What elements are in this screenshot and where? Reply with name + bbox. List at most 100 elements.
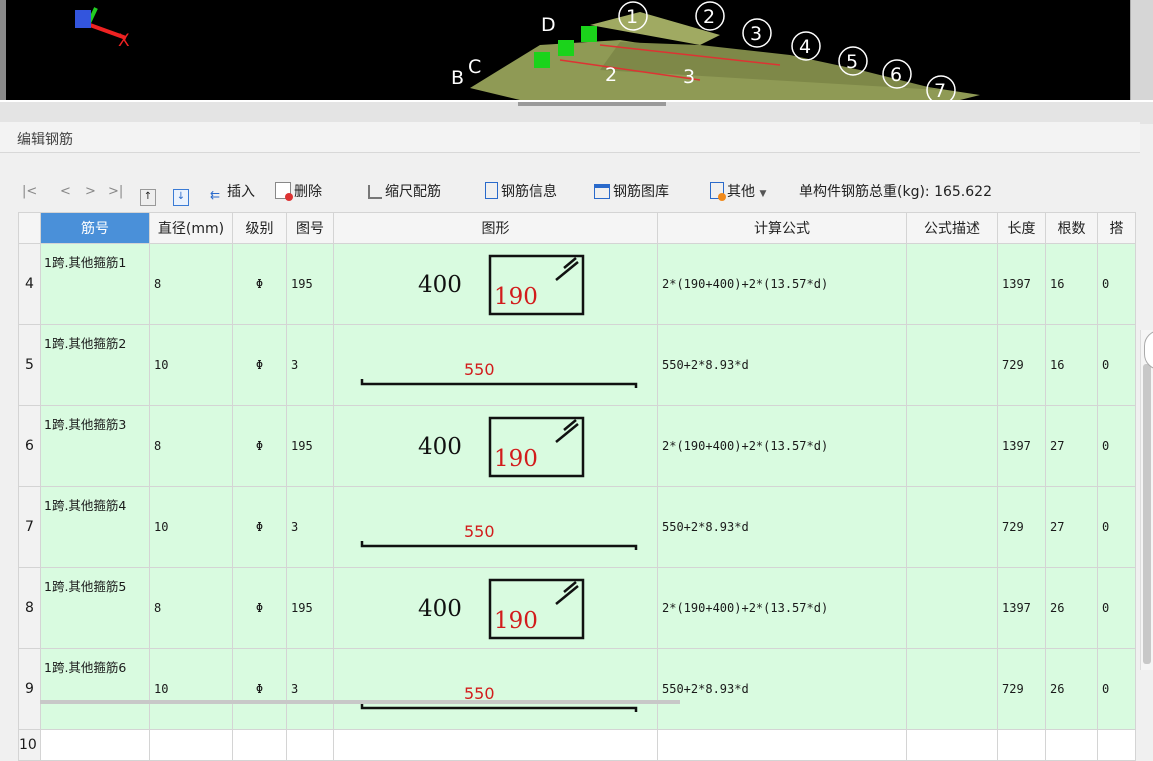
diameter-cell[interactable]: 8 bbox=[149, 243, 233, 325]
figure-no-cell[interactable]: 3 bbox=[286, 486, 334, 568]
col-header-count[interactable]: 根数 bbox=[1045, 212, 1098, 244]
empty-cell[interactable] bbox=[657, 729, 907, 761]
empty-row[interactable]: 10 bbox=[18, 729, 1136, 761]
table-row[interactable]: 7 1跨.其他箍筋4 10 Φ 3 550 550+2*8.93*d 729 27 0 bbox=[18, 486, 1136, 568]
delete-button[interactable]: 删除 bbox=[275, 181, 322, 203]
description-cell[interactable] bbox=[906, 243, 998, 325]
formula-cell[interactable]: 550+2*8.93*d bbox=[657, 324, 907, 406]
length-cell[interactable]: 1397 bbox=[997, 405, 1046, 487]
bar-name-cell[interactable]: 1跨.其他箍筋6 bbox=[40, 648, 150, 730]
grade-cell[interactable]: Φ bbox=[232, 324, 287, 406]
table-row[interactable]: 4 1跨.其他箍筋1 8 Φ 195 400 190 2*(190+400)+2*(13… bbox=[18, 243, 1136, 325]
horizontal-scrollbar[interactable] bbox=[40, 700, 680, 704]
figure-no-cell[interactable]: 195 bbox=[286, 405, 334, 487]
diameter-cell[interactable]: 10 bbox=[149, 324, 233, 406]
table-row[interactable]: 6 1跨.其他箍筋3 8 Φ 195 400 190 2*(190+400)+2*(13… bbox=[18, 405, 1136, 487]
table-row[interactable]: 5 1跨.其他箍筋2 10 Φ 3 550 550+2*8.93*d 729 16 0 bbox=[18, 324, 1136, 406]
move-up-button[interactable]: ↑ bbox=[140, 181, 159, 206]
length-cell[interactable]: 729 bbox=[997, 324, 1046, 406]
bar-name-cell[interactable]: 1跨.其他箍筋5 bbox=[40, 567, 150, 649]
splitter-bar[interactable] bbox=[0, 100, 1153, 124]
shape-cell[interactable]: 550 bbox=[333, 648, 658, 730]
diameter-cell[interactable]: 10 bbox=[149, 486, 233, 568]
scroll-thumb[interactable] bbox=[1143, 364, 1151, 664]
bar-name-cell[interactable]: 1跨.其他箍筋2 bbox=[40, 324, 150, 406]
figure-no-cell[interactable]: 3 bbox=[286, 648, 334, 730]
description-cell[interactable] bbox=[906, 324, 998, 406]
splitter-grip[interactable] bbox=[518, 102, 666, 106]
bar-name-cell[interactable]: 1跨.其他箍筋1 bbox=[40, 243, 150, 325]
figure-no-cell[interactable]: 195 bbox=[286, 567, 334, 649]
last-button[interactable]: >| bbox=[108, 181, 123, 203]
count-cell[interactable]: 27 bbox=[1045, 405, 1098, 487]
col-header-grade[interactable]: 级别 bbox=[232, 212, 287, 244]
vertical-scrollbar[interactable] bbox=[1140, 330, 1153, 670]
description-cell[interactable] bbox=[906, 567, 998, 649]
lap-cell[interactable]: 0 bbox=[1097, 405, 1136, 487]
3d-viewport[interactable]: X D BC 1 2 3 4 5 6 7 3 2 bbox=[0, 0, 1130, 100]
empty-cell[interactable] bbox=[1045, 729, 1098, 761]
table-row[interactable]: 8 1跨.其他箍筋5 8 Φ 195 400 190 2*(190+400)+2*(13… bbox=[18, 567, 1136, 649]
row-number[interactable]: 6 bbox=[18, 405, 41, 487]
scale-rebar-button[interactable]: 缩尺配筋 bbox=[368, 181, 441, 203]
shape-cell[interactable]: 550 bbox=[333, 324, 658, 406]
rebar-library-button[interactable]: 钢筋图库 bbox=[594, 181, 669, 203]
shape-cell[interactable]: 550 bbox=[333, 486, 658, 568]
row-number[interactable]: 4 bbox=[18, 243, 41, 325]
empty-cell[interactable] bbox=[906, 729, 998, 761]
count-cell[interactable]: 26 bbox=[1045, 567, 1098, 649]
empty-cell[interactable] bbox=[232, 729, 287, 761]
description-cell[interactable] bbox=[906, 486, 998, 568]
col-header-shape[interactable]: 图形 bbox=[333, 212, 658, 244]
description-cell[interactable] bbox=[906, 405, 998, 487]
row-number[interactable]: 10 bbox=[18, 729, 41, 761]
col-header-bar-no[interactable]: 筋号 bbox=[40, 212, 150, 244]
col-header-description[interactable]: 公式描述 bbox=[906, 212, 998, 244]
count-cell[interactable]: 26 bbox=[1045, 648, 1098, 730]
figure-no-cell[interactable]: 195 bbox=[286, 243, 334, 325]
description-cell[interactable] bbox=[906, 648, 998, 730]
formula-cell[interactable]: 550+2*8.93*d bbox=[657, 648, 907, 730]
grade-cell[interactable]: Φ bbox=[232, 648, 287, 730]
grade-cell[interactable]: Φ bbox=[232, 486, 287, 568]
lap-cell[interactable]: 0 bbox=[1097, 243, 1136, 325]
move-down-button[interactable]: ↓ bbox=[173, 181, 192, 206]
grade-cell[interactable]: Φ bbox=[232, 567, 287, 649]
empty-cell[interactable] bbox=[40, 729, 150, 761]
length-cell[interactable]: 1397 bbox=[997, 243, 1046, 325]
formula-cell[interactable]: 550+2*8.93*d bbox=[657, 486, 907, 568]
empty-cell[interactable] bbox=[997, 729, 1046, 761]
grade-cell[interactable]: Φ bbox=[232, 243, 287, 325]
formula-cell[interactable]: 2*(190+400)+2*(13.57*d) bbox=[657, 243, 907, 325]
empty-cell[interactable] bbox=[286, 729, 334, 761]
insert-button[interactable]: ⇇ 插入 bbox=[210, 181, 255, 203]
table-row[interactable]: 9 1跨.其他箍筋6 10 Φ 3 550 550+2*8.93*d 729 26 0 bbox=[18, 648, 1136, 730]
col-header-diameter[interactable]: 直径(mm) bbox=[149, 212, 233, 244]
empty-cell[interactable] bbox=[1097, 729, 1136, 761]
row-number[interactable]: 5 bbox=[18, 324, 41, 406]
count-cell[interactable]: 16 bbox=[1045, 243, 1098, 325]
formula-cell[interactable]: 2*(190+400)+2*(13.57*d) bbox=[657, 567, 907, 649]
row-number[interactable]: 8 bbox=[18, 567, 41, 649]
shape-cell[interactable]: 400 190 bbox=[333, 243, 658, 325]
shape-cell[interactable]: 400 190 bbox=[333, 567, 658, 649]
view-toolbar[interactable] bbox=[1130, 0, 1153, 100]
other-dropdown[interactable]: 其他 ▼ bbox=[710, 181, 766, 203]
row-number[interactable]: 7 bbox=[18, 486, 41, 568]
prev-button[interactable]: < bbox=[60, 181, 71, 203]
diameter-cell[interactable]: 8 bbox=[149, 405, 233, 487]
grade-cell[interactable]: Φ bbox=[232, 405, 287, 487]
col-header-length[interactable]: 长度 bbox=[997, 212, 1046, 244]
length-cell[interactable]: 729 bbox=[997, 486, 1046, 568]
diameter-cell[interactable]: 8 bbox=[149, 567, 233, 649]
count-cell[interactable]: 16 bbox=[1045, 324, 1098, 406]
length-cell[interactable]: 1397 bbox=[997, 567, 1046, 649]
col-header-lap[interactable]: 搭 bbox=[1097, 212, 1136, 244]
shape-cell[interactable]: 400 190 bbox=[333, 405, 658, 487]
lap-cell[interactable]: 0 bbox=[1097, 567, 1136, 649]
bar-name-cell[interactable]: 1跨.其他箍筋3 bbox=[40, 405, 150, 487]
empty-cell[interactable] bbox=[333, 729, 658, 761]
count-cell[interactable]: 27 bbox=[1045, 486, 1098, 568]
lap-cell[interactable]: 0 bbox=[1097, 324, 1136, 406]
col-header-formula[interactable]: 计算公式 bbox=[657, 212, 907, 244]
